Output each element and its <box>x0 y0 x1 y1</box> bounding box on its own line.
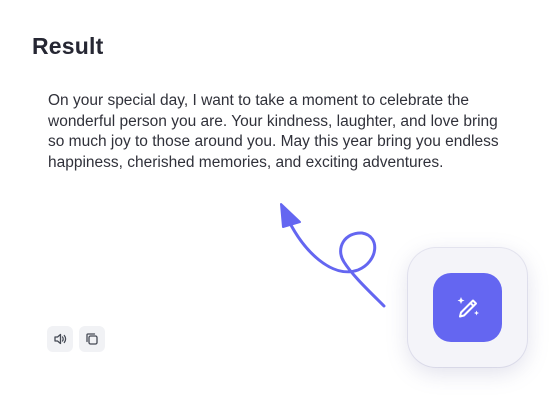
copy-button[interactable] <box>79 326 105 352</box>
magic-action-container <box>408 248 527 367</box>
page-title: Result <box>32 33 104 59</box>
speaker-icon <box>54 333 67 345</box>
speaker-button[interactable] <box>47 326 73 352</box>
magic-wand-icon <box>457 296 479 317</box>
magic-edit-button[interactable] <box>433 273 502 342</box>
copy-icon <box>86 333 98 345</box>
result-text: On your special day, I want to take a mo… <box>48 92 499 171</box>
